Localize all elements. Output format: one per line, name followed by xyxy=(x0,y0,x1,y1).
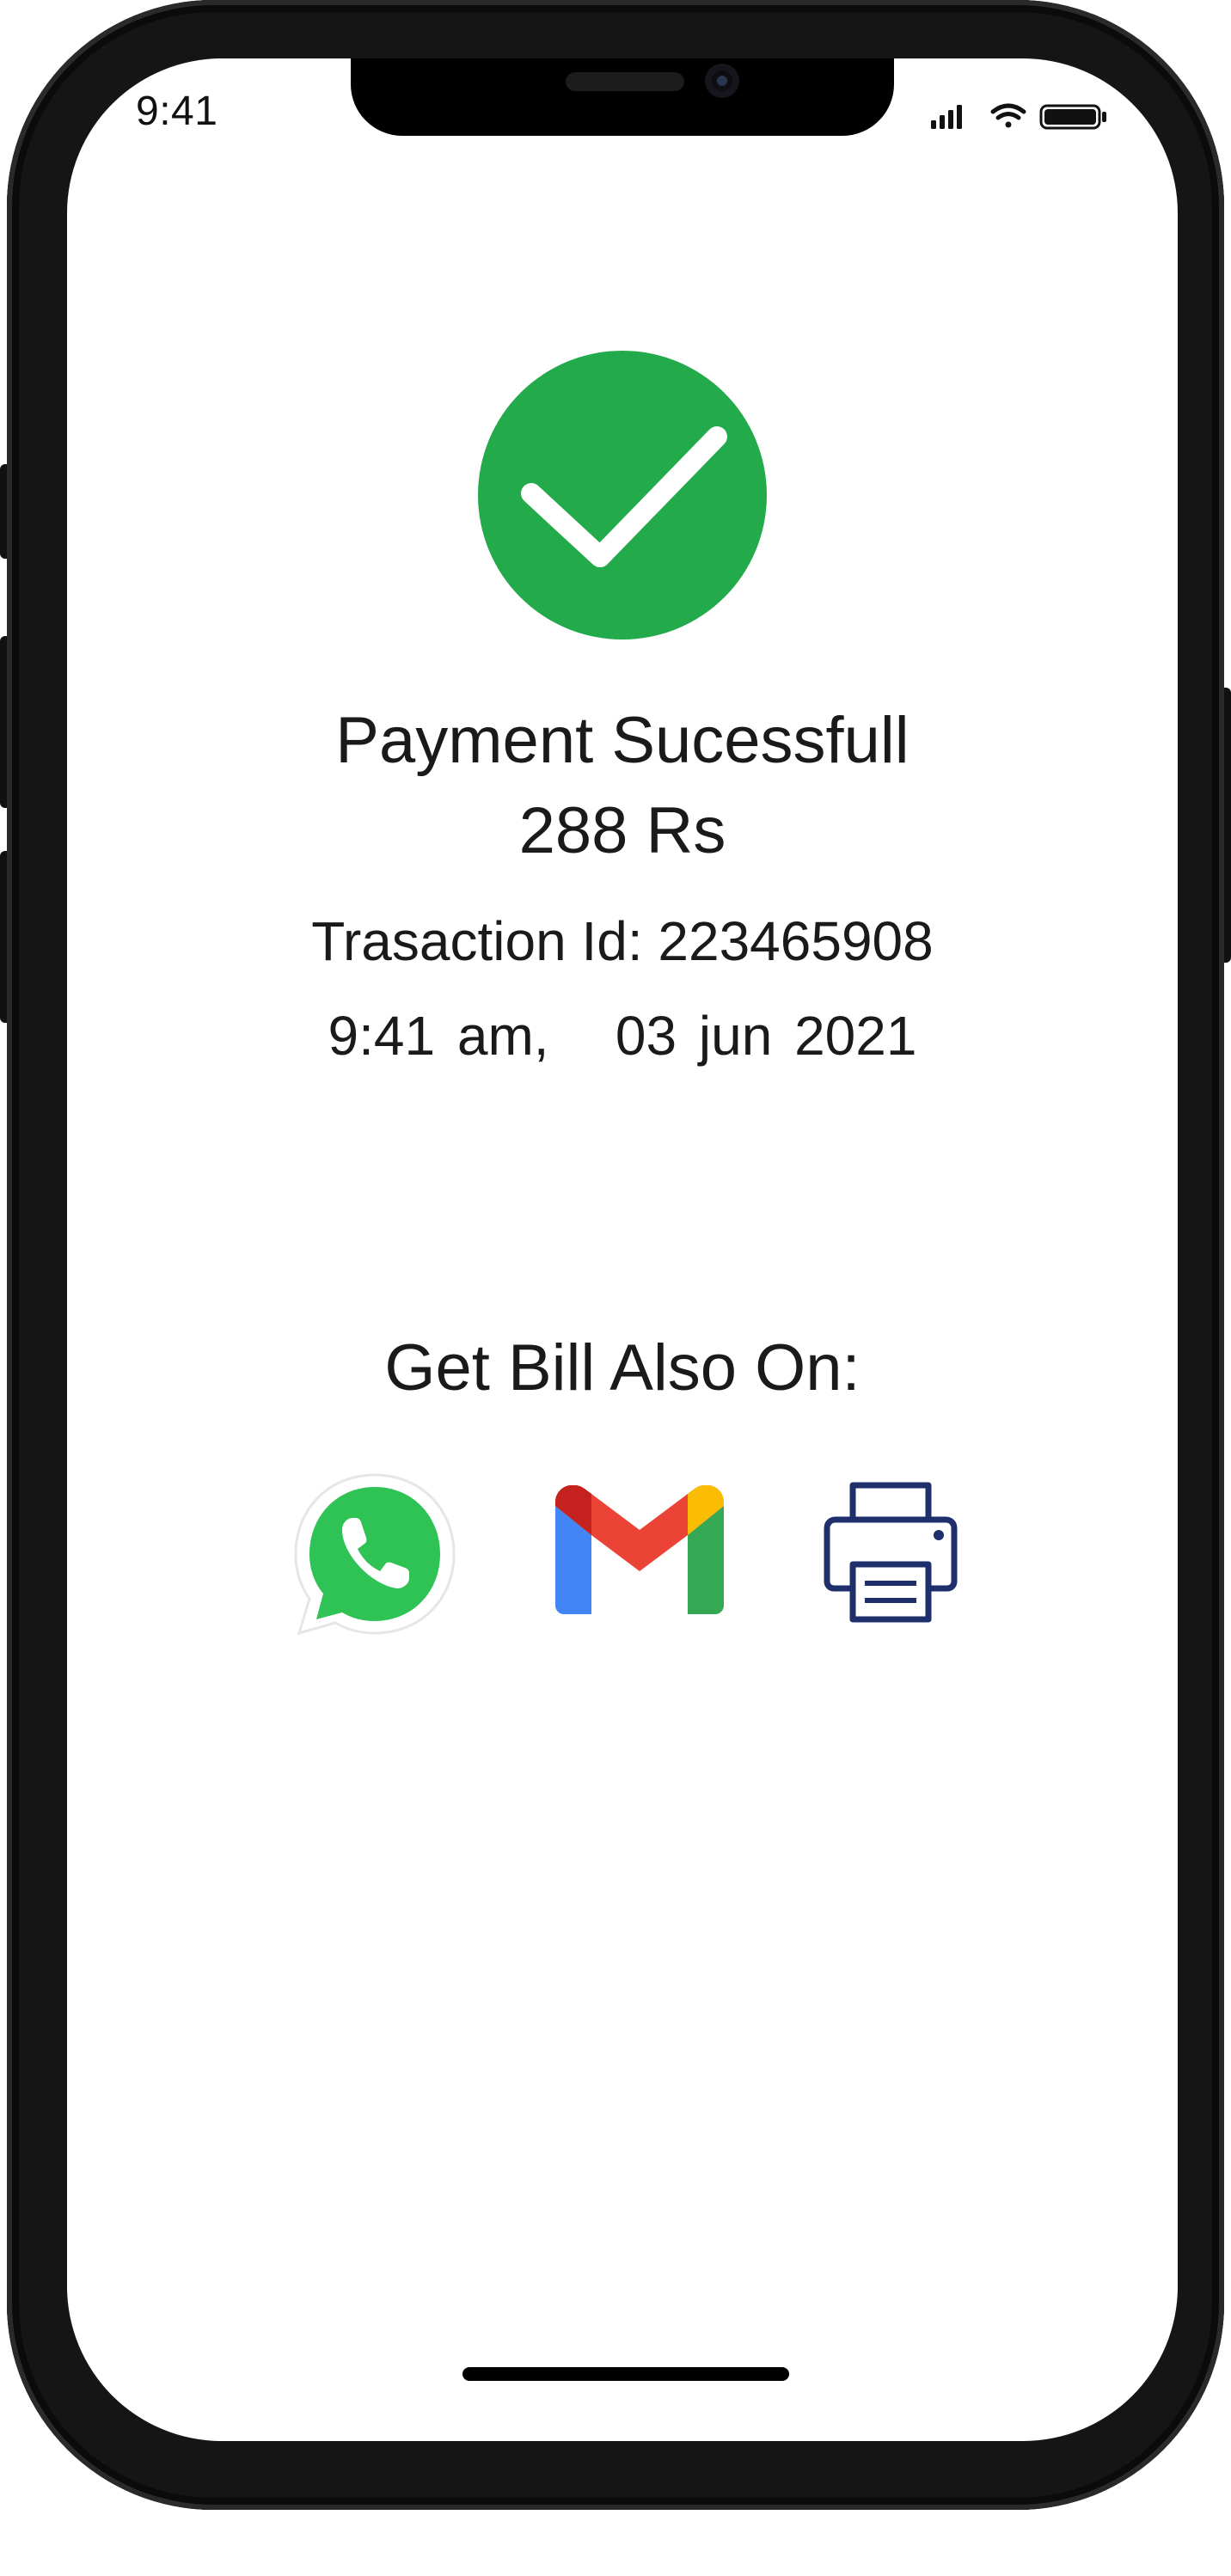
speaker-grille xyxy=(566,72,684,91)
share-options xyxy=(67,1468,1178,1657)
front-camera-icon xyxy=(705,64,739,98)
phone-frame: 9:41 Payment Sucessfull 288 Rs Trasactio… xyxy=(7,0,1224,2510)
payment-amount: 288 Rs xyxy=(518,794,726,867)
home-indicator[interactable] xyxy=(462,2367,789,2381)
payment-status-title: Payment Sucessfull xyxy=(335,704,909,777)
status-icons xyxy=(931,103,1106,130)
cellular-signal-icon xyxy=(931,105,962,129)
device-mockup: 9:41 Payment Sucessfull 288 Rs Trasactio… xyxy=(0,0,1231,2576)
wifi-icon xyxy=(990,103,1026,128)
checkmark-circle-icon xyxy=(478,351,767,639)
whatsapp-share-button[interactable] xyxy=(289,1468,461,1640)
gmail-share-button[interactable] xyxy=(555,1484,724,1614)
gmail-icon xyxy=(555,1484,724,1614)
printer-icon xyxy=(824,1482,958,1623)
print-share-button[interactable] xyxy=(822,1478,959,1625)
battery-icon xyxy=(1039,104,1106,130)
payment-datetime: 9:41 am, 03 jun 2021 xyxy=(328,1005,917,1067)
whatsapp-icon xyxy=(294,1473,456,1636)
transaction-id: Trasaction Id: 223465908 xyxy=(311,910,934,972)
phone-screen: 9:41 Payment Sucessfull 288 Rs Trasactio… xyxy=(67,58,1178,2441)
notch xyxy=(351,58,894,136)
share-bill-heading: Get Bill Also On: xyxy=(384,1331,860,1404)
status-time: 9:41 xyxy=(136,89,218,134)
